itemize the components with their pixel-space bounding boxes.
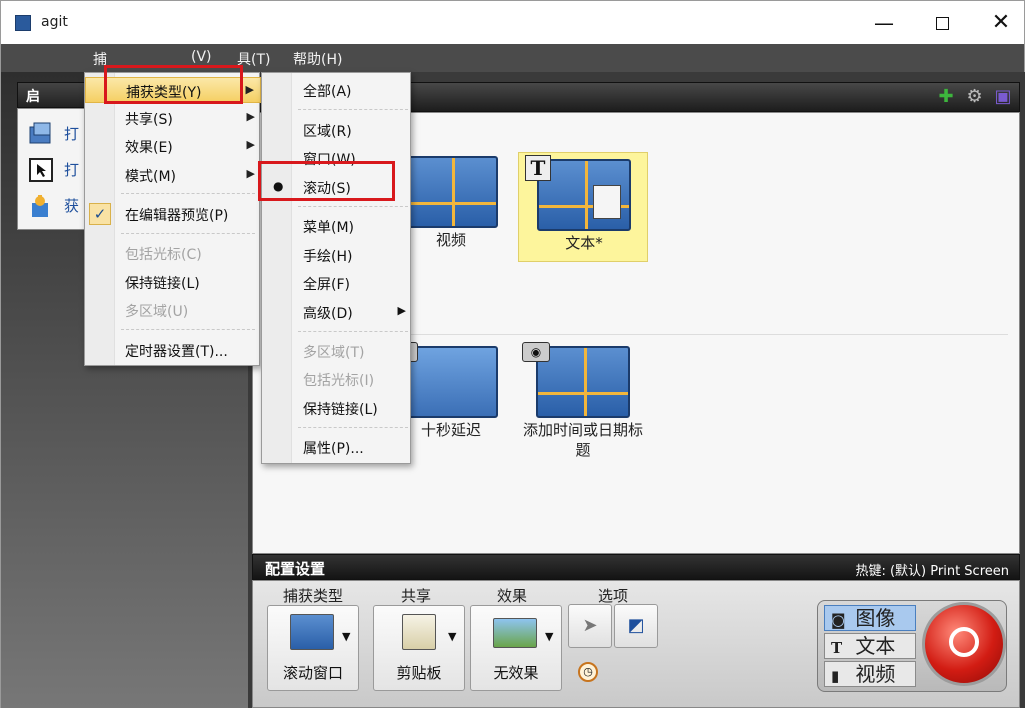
camera-icon: ◙: [831, 611, 846, 629]
effects-label: 效果: [497, 587, 528, 605]
timestamp-preset-icon: [536, 346, 630, 418]
chevron-down-icon: ▼: [545, 630, 554, 643]
submenu-item-all[interactable]: 全部(A): [262, 77, 412, 103]
options-label: 选项: [598, 587, 629, 605]
preset-text[interactable]: T 文本*: [518, 152, 648, 262]
share-button[interactable]: ▼ 剪贴板: [373, 605, 465, 691]
check-icon: ✓: [89, 203, 111, 225]
film-icon: ▮: [831, 667, 840, 685]
chevron-right-icon: ▶: [245, 83, 254, 96]
chevron-right-icon: ▶: [246, 110, 255, 123]
preview-in-editor-toggle[interactable]: ◩: [614, 604, 658, 648]
highlight-box-scrolling: [258, 161, 395, 201]
submenu-item-properties[interactable]: 属性(P)...: [262, 434, 412, 460]
chevron-right-icon: ▶: [246, 138, 255, 151]
cursor-window-icon: [29, 158, 53, 182]
text-preset-icon: [537, 159, 631, 231]
clipboard-icon: [402, 614, 436, 650]
mode-video[interactable]: ▮ 视频: [824, 661, 916, 687]
submenu-item-region[interactable]: 区域(R): [262, 117, 412, 143]
menu-item-effects[interactable]: 效果(E) ▶: [85, 133, 261, 159]
capture-button[interactable]: [922, 602, 1006, 686]
preset-add-timestamp[interactable]: ◉ 添加时间或日期标题: [518, 340, 648, 459]
minimize-button[interactable]: —: [869, 9, 899, 39]
capture-type-button[interactable]: ▼ 滚动窗口: [267, 605, 359, 691]
include-cursor-toggle[interactable]: ➤: [568, 604, 612, 648]
properties-icon[interactable]: ⚙: [965, 87, 985, 107]
timer-icon[interactable]: ◷: [578, 662, 598, 682]
menu-item-include-cursor: 包括光标(C): [125, 247, 202, 263]
plus-icon[interactable]: ✚: [936, 87, 956, 107]
highlight-box-capture-type: [104, 65, 243, 104]
profile-icon: [29, 122, 51, 144]
effects-button[interactable]: ▼ 无效果: [470, 605, 562, 691]
menu-item-timer-settings[interactable]: 定时器设置(T)...: [85, 337, 261, 363]
close-button[interactable]: ✕: [986, 9, 1016, 39]
editor-preview-icon: ◩: [627, 615, 645, 636]
close-icon: ✕: [991, 10, 1011, 35]
menu-help[interactable]: 帮助(H): [293, 49, 342, 69]
chevron-down-icon: ▼: [448, 630, 457, 643]
menu-view[interactable]: (V): [191, 49, 212, 65]
menu-item-share[interactable]: 共享(S) ▶: [85, 105, 261, 131]
submenu-item-multiple-areas: 多区域(T): [303, 345, 365, 361]
submenu-item-freehand[interactable]: 手绘(H): [262, 242, 412, 268]
text-badge-icon: T: [525, 155, 551, 181]
menu-item-preview-in-editor[interactable]: ✓ 在编辑器预览(P): [85, 201, 261, 227]
submenu-item-menu[interactable]: 菜单(M): [262, 213, 412, 239]
capture-type-label: 捕获类型: [283, 587, 344, 605]
submenu-item-include-cursor: 包括光标(I): [303, 373, 375, 389]
text-icon: T: [831, 639, 843, 657]
menu-item-keep-links[interactable]: 保持链接(L): [85, 269, 261, 295]
record-icon: [949, 627, 979, 657]
window-title: agit: [41, 14, 68, 30]
delay-preset-icon: [404, 346, 498, 418]
puzzle-icon: [32, 195, 48, 217]
chevron-right-icon: ▶: [246, 167, 255, 180]
title-bar: agit — ✕: [0, 0, 1025, 44]
hotkey-label: 热键: (默认) Print Screen: [855, 564, 1009, 579]
camera-badge-icon: ◉: [522, 342, 550, 362]
submenu-item-advanced[interactable]: 高级(D) ▶: [262, 299, 412, 325]
submenu-item-keep-links[interactable]: 保持链接(L): [262, 395, 412, 421]
config-title: 配置设置: [265, 560, 326, 578]
mode-image[interactable]: ◙ 图像: [824, 605, 916, 631]
mode-text[interactable]: T 文本: [824, 633, 916, 659]
capture-menu: 捕获类型(Y) ▶ 共享(S) ▶ 效果(E) ▶ 模式(M) ▶ ✓ 在编辑器预览(P)…: [84, 72, 261, 366]
cursor-icon: ➤: [582, 615, 598, 636]
scroll-window-icon: [290, 614, 334, 650]
maximize-icon: [935, 17, 949, 30]
config-header: 配置设置 热键: (默认) Print Screen: [252, 554, 1020, 580]
share-label: 共享: [401, 587, 432, 605]
maximize-button[interactable]: [927, 9, 957, 39]
menu-item-mode[interactable]: 模式(M) ▶: [85, 162, 261, 188]
submenu-item-fullscreen[interactable]: 全屏(F): [262, 270, 412, 296]
menu-item-multiple-areas: 多区域(U): [125, 304, 189, 320]
video-preset-icon: [404, 156, 498, 228]
save-icon[interactable]: ▣: [993, 87, 1013, 107]
minimize-icon: —: [874, 11, 894, 35]
landscape-icon: [493, 618, 537, 648]
chevron-right-icon: ▶: [397, 304, 406, 317]
app-icon: [15, 15, 31, 31]
chevron-down-icon: ▼: [342, 630, 351, 643]
capture-type-submenu: 全部(A) 区域(R) 窗口(W) ● 滚动(S) 菜单(M) 手绘(H) 全屏(…: [261, 72, 411, 464]
